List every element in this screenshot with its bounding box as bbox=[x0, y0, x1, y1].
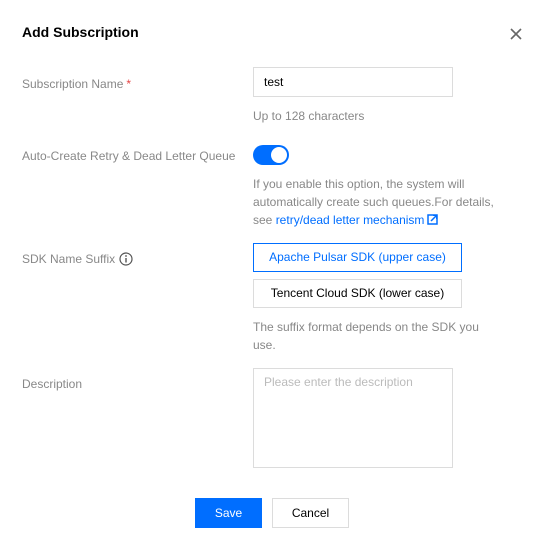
subscription-name-hint: Up to 128 characters bbox=[253, 109, 365, 123]
hint-prefix: see bbox=[253, 213, 276, 227]
dialog-title: Add Subscription bbox=[22, 24, 139, 40]
add-subscription-dialog: Add Subscription Subscription Name * test… bbox=[0, 0, 543, 551]
cancel-button[interactable]: Cancel bbox=[272, 498, 349, 528]
sdk-suffix-hint: The suffix format depends on the SDK you… bbox=[253, 318, 479, 354]
auto-create-label: Auto-Create Retry & Dead Letter Queue bbox=[22, 149, 236, 163]
subscription-name-label: Subscription Name * bbox=[22, 77, 131, 91]
save-button[interactable]: Save bbox=[195, 498, 262, 528]
required-mark: * bbox=[126, 77, 132, 91]
toggle-knob bbox=[271, 147, 287, 163]
external-link-icon bbox=[427, 214, 439, 225]
sdk-option-tencent-cloud[interactable]: Tencent Cloud SDK (lower case) bbox=[253, 279, 462, 308]
auto-create-hint: If you enable this option, the system wi… bbox=[253, 175, 494, 229]
close-icon bbox=[510, 28, 522, 40]
auto-create-hint-line3: see retry/dead letter mechanism bbox=[253, 211, 494, 229]
subscription-name-input[interactable]: test bbox=[253, 67, 453, 97]
info-icon[interactable] bbox=[119, 252, 133, 266]
description-label: Description bbox=[22, 377, 83, 391]
sdk-option-apache-pulsar[interactable]: Apache Pulsar SDK (upper case) bbox=[253, 243, 462, 272]
auto-create-toggle[interactable] bbox=[253, 145, 289, 165]
sdk-suffix-hint-line1: The suffix format depends on the SDK you bbox=[253, 320, 479, 334]
subscription-name-value: test bbox=[264, 75, 284, 89]
sdk-suffix-label: SDK Name Suffix bbox=[22, 252, 133, 266]
subscription-name-label-text: Subscription Name bbox=[22, 77, 124, 91]
close-button[interactable] bbox=[506, 24, 526, 44]
retry-mechanism-link-text: retry/dead letter mechanism bbox=[275, 213, 425, 227]
sdk-suffix-hint-line2: use. bbox=[253, 338, 276, 352]
retry-mechanism-link[interactable]: retry/dead letter mechanism bbox=[276, 213, 439, 227]
description-textarea[interactable] bbox=[253, 368, 453, 468]
auto-create-hint-line2: automatically create such queues.For det… bbox=[253, 195, 494, 209]
sdk-suffix-label-text: SDK Name Suffix bbox=[22, 252, 116, 266]
auto-create-hint-line1: If you enable this option, the system wi… bbox=[253, 177, 465, 191]
